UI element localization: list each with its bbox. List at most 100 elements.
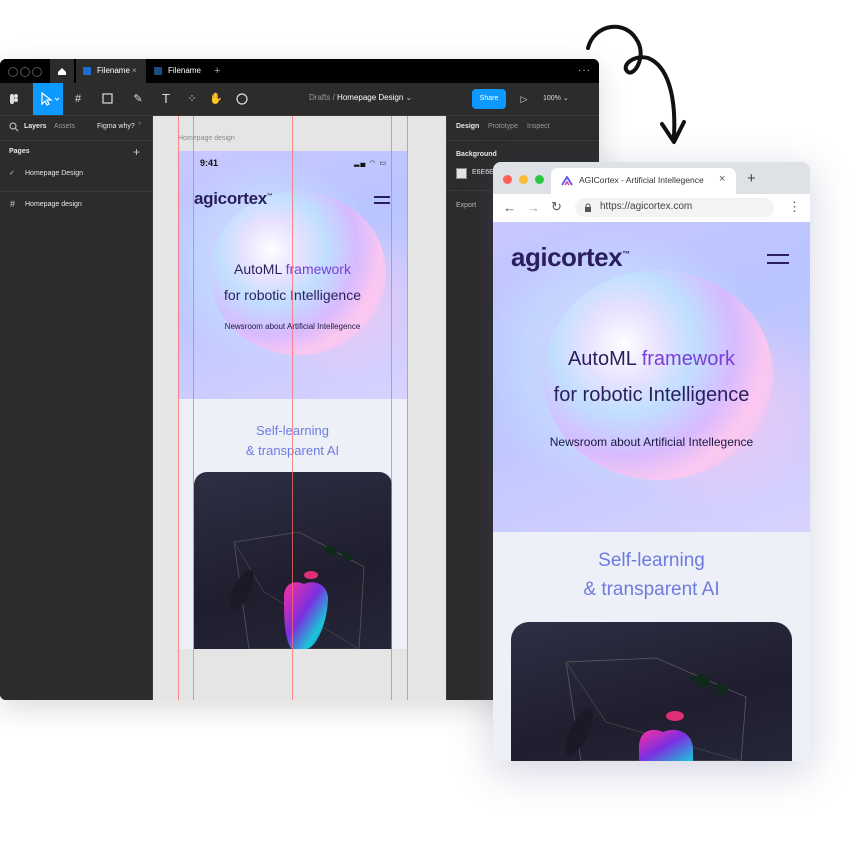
- layout-guide: [391, 116, 392, 700]
- lock-icon[interactable]: [584, 203, 592, 212]
- hero-section: agicortex™ AutoML framework for robotic …: [493, 222, 810, 532]
- file-icon: [154, 67, 162, 75]
- apple-cube-illustration: [230, 531, 365, 649]
- rectangle-icon: [102, 93, 113, 104]
- status-icons: ▂▄ ◠ ▭: [354, 160, 387, 167]
- layers-tab[interactable]: Layers: [24, 123, 47, 130]
- section-title-line1: Self-learning: [598, 550, 705, 571]
- browser-toolbar: ← → ↻ https://agicortex.com ⋮: [493, 194, 810, 223]
- home-icon: [58, 68, 66, 75]
- breadcrumb-drafts[interactable]: Drafts: [309, 93, 330, 102]
- frame-layer-icon: #: [10, 199, 16, 209]
- search-icon[interactable]: [9, 122, 19, 132]
- reload-icon[interactable]: ↻: [551, 199, 562, 215]
- forward-arrow-icon[interactable]: →: [527, 200, 540, 215]
- pages-title: Pages: [9, 148, 30, 155]
- file-icon: [83, 67, 91, 75]
- hero-subtitle-link[interactable]: Artificial Intellegence: [287, 322, 360, 331]
- window-maximize-dot[interactable]: [32, 67, 42, 77]
- new-tab-button[interactable]: +: [747, 170, 756, 187]
- zoom-value: 100%: [543, 95, 561, 102]
- hero-title-accent: framework: [641, 348, 736, 370]
- window-close-dot[interactable]: [8, 67, 18, 77]
- feature-card[interactable]: [194, 472, 392, 649]
- close-tab-icon[interactable]: ×: [719, 173, 725, 185]
- logo-text: agicortex: [511, 242, 623, 272]
- breadcrumb: Drafts / Homepage Design ⌄: [309, 93, 412, 102]
- design-tab[interactable]: Design: [456, 123, 479, 130]
- minimize-window-dot[interactable]: [519, 175, 528, 184]
- prototype-tab[interactable]: Prototype: [488, 123, 518, 130]
- file-tab-active[interactable]: Filename ×: [76, 59, 146, 83]
- hero-title-line2: for robotic Intelligence: [553, 384, 750, 406]
- comment-tool-icon[interactable]: [234, 91, 250, 107]
- window-minimize-dot[interactable]: [20, 67, 30, 77]
- shape-tool-icon[interactable]: [100, 91, 116, 107]
- logo[interactable]: agicortex™: [194, 189, 273, 209]
- breadcrumb-separator: /: [332, 93, 335, 102]
- figma-menu-icon[interactable]: [6, 91, 22, 107]
- browser-page-content[interactable]: agicortex™ AutoML framework for robotic …: [493, 222, 810, 761]
- frame-label[interactable]: Homepage design: [178, 135, 235, 142]
- frame-tool-icon[interactable]: #: [70, 91, 86, 107]
- page-item[interactable]: Homepage Design: [25, 170, 83, 177]
- browser-tab-title: AGICortex - Artificial Intellegence: [579, 175, 704, 185]
- chevron-down-icon[interactable]: ⌄: [406, 93, 413, 102]
- hamburger-menu-icon[interactable]: [767, 254, 789, 256]
- logo-text: agicortex: [194, 189, 267, 208]
- file-tab-label: Filename: [168, 66, 201, 75]
- apple-cube-illustration: [565, 657, 747, 761]
- share-button[interactable]: Share: [472, 89, 506, 109]
- background-color-swatch[interactable]: [456, 168, 467, 179]
- layout-guide: [407, 116, 408, 700]
- hero-title-accent: framework: [285, 261, 351, 277]
- file-tab[interactable]: Filename: [148, 59, 206, 83]
- present-play-icon[interactable]: ▷: [516, 91, 532, 107]
- url-text[interactable]: https://agicortex.com: [600, 201, 692, 212]
- logo[interactable]: agicortex™: [511, 242, 630, 273]
- text-tool-icon[interactable]: T: [158, 91, 174, 107]
- add-page-icon[interactable]: +: [133, 145, 140, 159]
- hero-title-line1: AutoML framework: [493, 348, 810, 371]
- breadcrumb-page[interactable]: Homepage Design: [337, 93, 403, 102]
- browser-menu-icon[interactable]: ⋮: [788, 199, 801, 215]
- back-arrow-icon[interactable]: ←: [503, 200, 516, 215]
- chevron-up-icon[interactable]: ^: [138, 122, 141, 129]
- comment-icon: [236, 93, 248, 105]
- home-tab[interactable]: [50, 59, 74, 83]
- design-canvas[interactable]: Homepage design 9:41 ▂▄ ◠ ▭ agicortex™ A…: [153, 116, 446, 700]
- address-bar[interactable]: https://agicortex.com: [575, 198, 774, 217]
- browser-tab-strip: AGICortex - Artificial Intellegence × +: [493, 162, 810, 194]
- hero-subtitle: Newsroom about Artificial Intellegence: [493, 435, 810, 449]
- file-name-label[interactable]: Figma why?: [97, 123, 135, 130]
- assets-tab[interactable]: Assets: [54, 123, 75, 130]
- hamburger-menu-icon[interactable]: [374, 196, 390, 198]
- hand-tool-icon[interactable]: ✋: [208, 91, 224, 107]
- section-title-line2: & transparent AI: [583, 579, 720, 600]
- browser-tab-active[interactable]: AGICortex - Artificial Intellegence ×: [551, 168, 736, 194]
- layout-guide: [178, 116, 179, 700]
- hamburger-menu-icon-bar: [767, 262, 789, 264]
- layers-panel: Layers Assets Figma why? ^ Pages + ✓ Hom…: [0, 116, 153, 700]
- logo-trademark: ™: [266, 193, 273, 200]
- hero-subtitle-link[interactable]: Artificial Intellegence: [643, 435, 753, 449]
- background-title: Background: [456, 151, 497, 158]
- layer-item[interactable]: Homepage design: [25, 201, 82, 208]
- figma-toolbar: # ✎ T ⁘ ✋ Drafts / Homepage Design ⌄ Sha…: [0, 83, 599, 116]
- inspect-tab[interactable]: Inspect: [527, 123, 550, 130]
- hero-title-text: AutoML: [567, 348, 637, 370]
- zoom-level[interactable]: 100% ⌄: [543, 94, 569, 102]
- close-window-dot[interactable]: [503, 175, 512, 184]
- layout-guide: [193, 116, 194, 700]
- hero-title-text: AutoML: [234, 261, 282, 277]
- move-tool-button[interactable]: [33, 83, 63, 115]
- cursor-icon: [41, 91, 60, 106]
- pen-tool-icon[interactable]: ✎: [130, 91, 146, 107]
- feature-card[interactable]: [511, 622, 792, 761]
- new-tab-button[interactable]: +: [214, 59, 220, 83]
- components-tool-icon[interactable]: ⁘: [184, 91, 200, 107]
- hero-subtitle-text: Newsroom about: [549, 435, 641, 449]
- close-tab-icon[interactable]: ×: [132, 59, 137, 83]
- maximize-window-dot[interactable]: [535, 175, 544, 184]
- hero-subtitle-text: Newsroom about: [224, 322, 286, 331]
